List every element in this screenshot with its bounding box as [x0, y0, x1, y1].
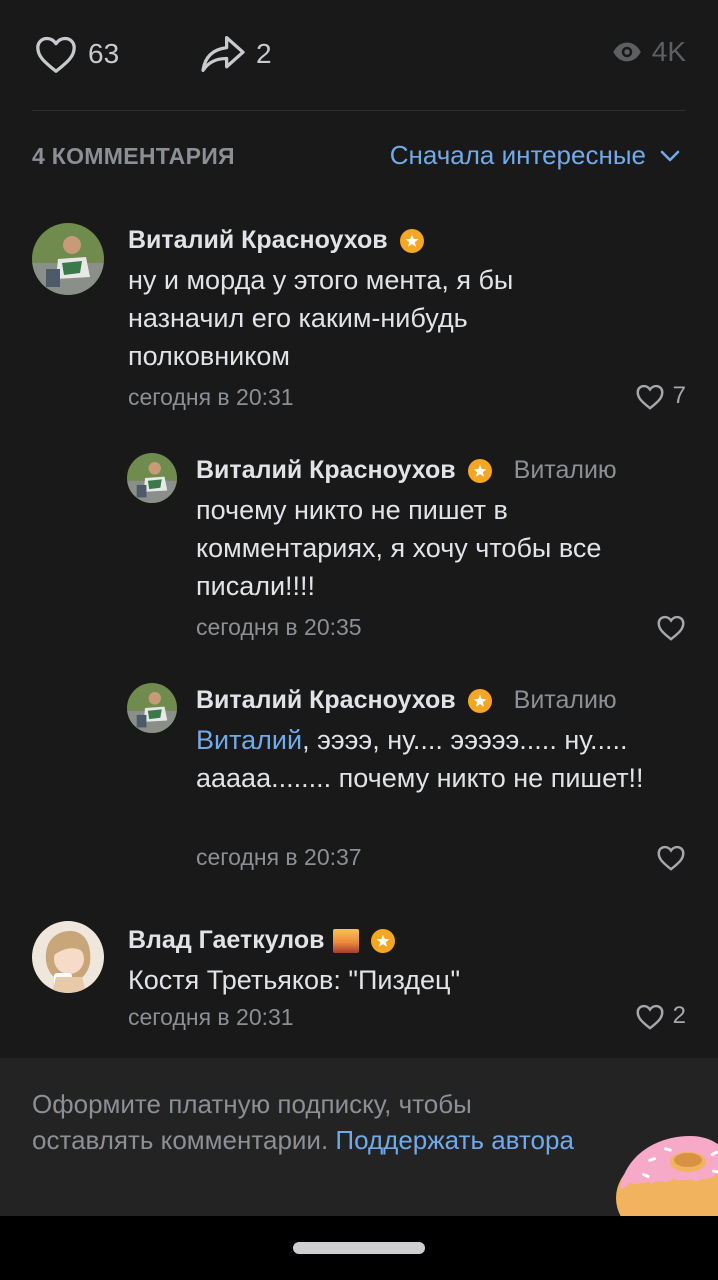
avatar[interactable]	[127, 453, 177, 503]
shares-count: 2	[256, 38, 272, 69]
subscription-text: Оформите платную подписку, чтобы оставля…	[32, 1086, 592, 1158]
star-badge-icon	[370, 928, 395, 953]
comment: Виталий Красноухов ну и морда у этого ме…	[128, 226, 688, 375]
comment-time: сегодня в 20:35	[196, 614, 362, 640]
views-counter: 4K	[612, 36, 686, 68]
system-navigation-bar	[0, 1216, 718, 1280]
comment-time: сегодня в 20:31	[128, 384, 294, 410]
mention-link[interactable]: Виталий	[196, 725, 302, 755]
avatar[interactable]	[32, 223, 104, 295]
share-icon	[201, 36, 245, 72]
subscription-banner: Оформите платную подписку, чтобы оставля…	[0, 1058, 718, 1216]
avatar[interactable]	[32, 921, 104, 993]
heart-icon	[636, 1004, 664, 1030]
sort-label: Сначала интересные	[389, 140, 646, 170]
reply-to-label[interactable]: Виталию	[514, 456, 617, 485]
star-badge-icon	[467, 458, 492, 483]
heart-icon	[36, 36, 76, 73]
comment-time: сегодня в 20:37	[196, 844, 362, 870]
comment-reply: Виталий Красноухов Виталию Виталий, ээээ…	[196, 686, 686, 797]
comment-text: почему никто не пишет в комментариях, я …	[196, 495, 602, 601]
star-badge-icon	[399, 228, 424, 253]
comment-author[interactable]: Виталий Красноухов	[128, 226, 688, 255]
avatar[interactable]	[127, 683, 177, 733]
chevron-down-icon	[660, 150, 680, 161]
comment: Влад Гаеткулов Костя Третьяков: "Пиздец"	[128, 926, 688, 999]
sunset-emoji-icon	[332, 928, 359, 953]
likes-count: 63	[88, 38, 120, 69]
views-count: 4K	[651, 36, 686, 67]
heart-icon	[657, 615, 685, 641]
share-button[interactable]: 2	[198, 34, 272, 74]
comment-like-button[interactable]: 7	[635, 382, 686, 410]
comment-text: ну и морда у этого мента, я бы назначил …	[128, 265, 514, 371]
eye-icon	[613, 42, 641, 62]
comment-like-button[interactable]	[656, 614, 686, 641]
comment-like-button[interactable]: 2	[635, 1002, 686, 1030]
donut-icon	[616, 1136, 718, 1216]
comment-text: Костя Третьяков: "Пиздец"	[128, 965, 461, 995]
comment-likes-count: 7	[672, 382, 686, 409]
heart-icon	[636, 384, 664, 410]
divider	[32, 110, 686, 111]
support-author-link[interactable]: Поддержать автора	[335, 1125, 574, 1155]
author-name[interactable]: Виталий Красноухов	[196, 686, 456, 715]
comment-author[interactable]: Виталий Красноухов Виталию	[196, 686, 686, 715]
comment-time: сегодня в 20:31	[128, 1004, 294, 1030]
reply-to-label[interactable]: Виталию	[514, 686, 617, 715]
like-post-button[interactable]: 63	[34, 34, 119, 74]
author-name[interactable]: Виталий Красноухов	[196, 456, 456, 485]
comment-author[interactable]: Влад Гаеткулов	[128, 926, 688, 955]
author-name[interactable]: Влад Гаеткулов	[128, 926, 325, 955]
comments-count-label: 4 КОММЕНТАРИЯ	[32, 143, 235, 169]
star-badge-icon	[467, 688, 492, 713]
comment-like-button[interactable]	[656, 844, 686, 871]
comment-author[interactable]: Виталий Красноухов Виталию	[196, 456, 686, 485]
sort-dropdown[interactable]: Сначала интересные	[390, 140, 682, 171]
heart-icon	[657, 845, 685, 871]
home-gesture-handle[interactable]	[293, 1242, 425, 1254]
author-name[interactable]: Виталий Красноухов	[128, 226, 388, 255]
comment-reply: Виталий Красноухов Виталию почему никто …	[196, 456, 686, 605]
comment-text: Виталий, ээээ, ну.... эээээ..... ну.....…	[196, 721, 671, 797]
comment-likes-count: 2	[672, 1002, 686, 1029]
